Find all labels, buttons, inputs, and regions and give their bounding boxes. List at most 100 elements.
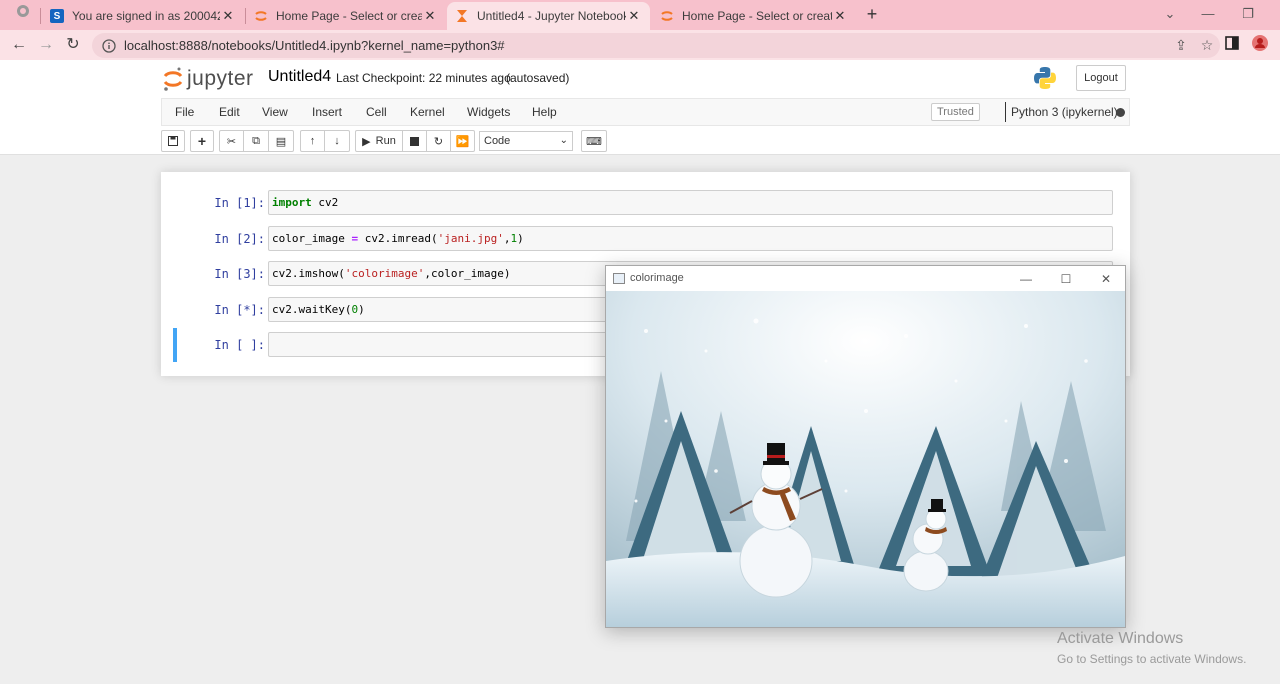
notebook-title[interactable]: Untitled4 bbox=[268, 68, 331, 86]
opencv-window-titlebar[interactable]: colorimage — ☐ ✕ bbox=[606, 266, 1125, 291]
close-button[interactable]: ✕ bbox=[1091, 269, 1121, 289]
logout-button[interactable]: Logout bbox=[1076, 65, 1126, 91]
run-button[interactable]: ▶ Run bbox=[355, 130, 403, 152]
restart-run-all-button[interactable]: ⏩ bbox=[451, 130, 475, 152]
trusted-indicator[interactable]: Trusted bbox=[931, 103, 980, 121]
code-token: 'jani.jpg' bbox=[437, 232, 504, 245]
code-editor[interactable]: import cv2 bbox=[268, 190, 1113, 215]
jupyter-icon bbox=[254, 9, 268, 23]
input-prompt: In [3]: bbox=[214, 267, 265, 281]
close-icon[interactable]: ✕ bbox=[220, 8, 236, 24]
cell-type-select[interactable]: Code ⌄ bbox=[479, 131, 573, 151]
menu-cell[interactable]: Cell bbox=[366, 105, 387, 119]
opencv-window-title: colorimage bbox=[630, 272, 684, 284]
menu-help[interactable]: Help bbox=[532, 105, 557, 119]
code-token: import bbox=[272, 196, 312, 209]
browser-tab-3[interactable]: Home Page - Select or create a n ✕ bbox=[652, 2, 856, 30]
code-token: cv2 bbox=[311, 196, 339, 209]
code-cell[interactable]: In [2]: color_image = cv2.imread('jani.j… bbox=[175, 226, 1115, 252]
copy-button[interactable]: ⧉ bbox=[244, 130, 269, 152]
notebook-toolbar: + ✂ ⧉ ▤ ↑ ↓ ▶ Run ↻ ⏩ Code ⌄ ⌨ bbox=[161, 130, 1130, 152]
restart-icon: ↻ bbox=[433, 135, 444, 148]
restart-button[interactable]: ↻ bbox=[427, 130, 451, 152]
bookmark-star-icon[interactable]: ☆ bbox=[1194, 37, 1220, 54]
scissors-icon: ✂ bbox=[226, 135, 237, 148]
python-logo-icon bbox=[1033, 66, 1057, 90]
url-text: localhost:8888/notebooks/Untitled4.ipynb… bbox=[124, 38, 505, 53]
jupyter-logo[interactable]: jupyter bbox=[163, 65, 254, 93]
code-cell[interactable]: In [1]: import cv2 bbox=[175, 190, 1115, 216]
chevron-down-icon: ⌄ bbox=[559, 135, 568, 146]
browser-tab-1[interactable]: Home Page - Select or create a n ✕ bbox=[246, 2, 446, 30]
restore-button[interactable]: ❐ bbox=[1228, 4, 1268, 24]
jupyter-header: jupyter Untitled4 Last Checkpoint: 22 mi… bbox=[0, 60, 1280, 155]
activate-windows-hint: Go to Settings to activate Windows. bbox=[1057, 652, 1247, 666]
paste-button[interactable]: ▤ bbox=[269, 130, 294, 152]
activate-windows-watermark: Activate Windows bbox=[1057, 630, 1184, 647]
save-button[interactable] bbox=[161, 130, 185, 152]
arrow-down-icon: ↓ bbox=[334, 135, 340, 147]
share-icon[interactable]: ⇪ bbox=[1168, 37, 1194, 54]
tab-list-chevron-icon[interactable]: ⌄ bbox=[1150, 4, 1190, 24]
browser-tab-2[interactable]: Untitled4 - Jupyter Notebook ✕ bbox=[447, 2, 650, 30]
new-tab-button[interactable]: + bbox=[862, 4, 882, 24]
browser-address-bar: ← → ↻ localhost:8888/notebooks/Untitled4… bbox=[0, 30, 1280, 60]
input-prompt: In [2]: bbox=[214, 232, 265, 246]
jupyter-logo-icon bbox=[163, 67, 183, 91]
reload-icon[interactable]: ↻ bbox=[62, 34, 84, 56]
code-token: 'colorimage' bbox=[344, 267, 425, 280]
close-icon[interactable]: ✕ bbox=[832, 8, 848, 24]
menu-file[interactable]: File bbox=[175, 105, 194, 119]
close-icon[interactable]: ✕ bbox=[626, 8, 642, 24]
maximize-button[interactable]: ☐ bbox=[1051, 269, 1081, 289]
run-label: Run bbox=[375, 135, 396, 147]
code-editor[interactable]: color_image = cv2.imread('jani.jpg',1) bbox=[268, 226, 1113, 251]
hourglass-icon bbox=[455, 9, 469, 23]
interrupt-button[interactable] bbox=[403, 130, 427, 152]
menu-kernel[interactable]: Kernel bbox=[410, 105, 445, 119]
url-field[interactable]: localhost:8888/notebooks/Untitled4.ipynb… bbox=[92, 33, 1220, 58]
kernel-name[interactable]: Python 3 (ipykernel) bbox=[1005, 102, 1118, 122]
insert-cell-button[interactable]: + bbox=[190, 130, 214, 152]
forward-arrow-icon[interactable]: → bbox=[35, 34, 57, 56]
code-token: ) bbox=[358, 303, 365, 316]
jupyter-icon bbox=[660, 9, 674, 23]
close-icon[interactable]: ✕ bbox=[422, 8, 438, 24]
menu-view[interactable]: View bbox=[262, 105, 288, 119]
input-prompt: In [1]: bbox=[214, 196, 265, 210]
code-token: cv2.imread( bbox=[358, 232, 438, 245]
browser-tab-0[interactable]: S You are signed in as 20004280 ✕ bbox=[42, 2, 244, 30]
s-site-icon: S bbox=[50, 9, 64, 23]
menu-edit[interactable]: Edit bbox=[219, 105, 240, 119]
profile-avatar-icon[interactable] bbox=[1250, 35, 1270, 55]
tab-title: Home Page - Select or create a n bbox=[682, 9, 832, 23]
back-arrow-icon[interactable]: ← bbox=[8, 34, 30, 56]
fast-forward-icon: ⏩ bbox=[455, 135, 470, 148]
play-icon: ▶ bbox=[362, 135, 371, 148]
move-up-button[interactable]: ↑ bbox=[300, 130, 325, 152]
menu-widgets[interactable]: Widgets bbox=[467, 105, 510, 119]
code-token: ,color_image) bbox=[424, 267, 511, 280]
snowman-winter-scene-image bbox=[606, 291, 1125, 627]
menu-insert[interactable]: Insert bbox=[312, 105, 342, 119]
paste-icon: ▤ bbox=[275, 135, 287, 148]
input-prompt: In [*]: bbox=[214, 303, 265, 317]
command-palette-button[interactable]: ⌨ bbox=[581, 130, 607, 152]
save-icon bbox=[168, 136, 178, 146]
tab-title: You are signed in as 20004280 bbox=[72, 9, 220, 23]
tab-search-icon[interactable] bbox=[12, 3, 34, 25]
minimize-button[interactable]: — bbox=[1011, 269, 1041, 289]
tab-title: Home Page - Select or create a n bbox=[276, 9, 422, 23]
opencv-image-window[interactable]: colorimage — ☐ ✕ bbox=[605, 265, 1126, 628]
site-info-icon[interactable] bbox=[102, 38, 116, 53]
kernel-busy-indicator bbox=[1116, 108, 1125, 117]
tab-title: Untitled4 - Jupyter Notebook bbox=[477, 9, 626, 23]
move-down-button[interactable]: ↓ bbox=[325, 130, 350, 152]
code-token: cv2.waitKey( bbox=[272, 303, 352, 316]
window-app-icon bbox=[613, 273, 625, 284]
minimize-button[interactable]: — bbox=[1188, 4, 1228, 24]
jupyter-wordmark: jupyter bbox=[187, 67, 254, 90]
cut-button[interactable]: ✂ bbox=[219, 130, 244, 152]
code-token: cv2.imshow( bbox=[272, 267, 345, 280]
side-panel-icon[interactable] bbox=[1222, 35, 1242, 55]
